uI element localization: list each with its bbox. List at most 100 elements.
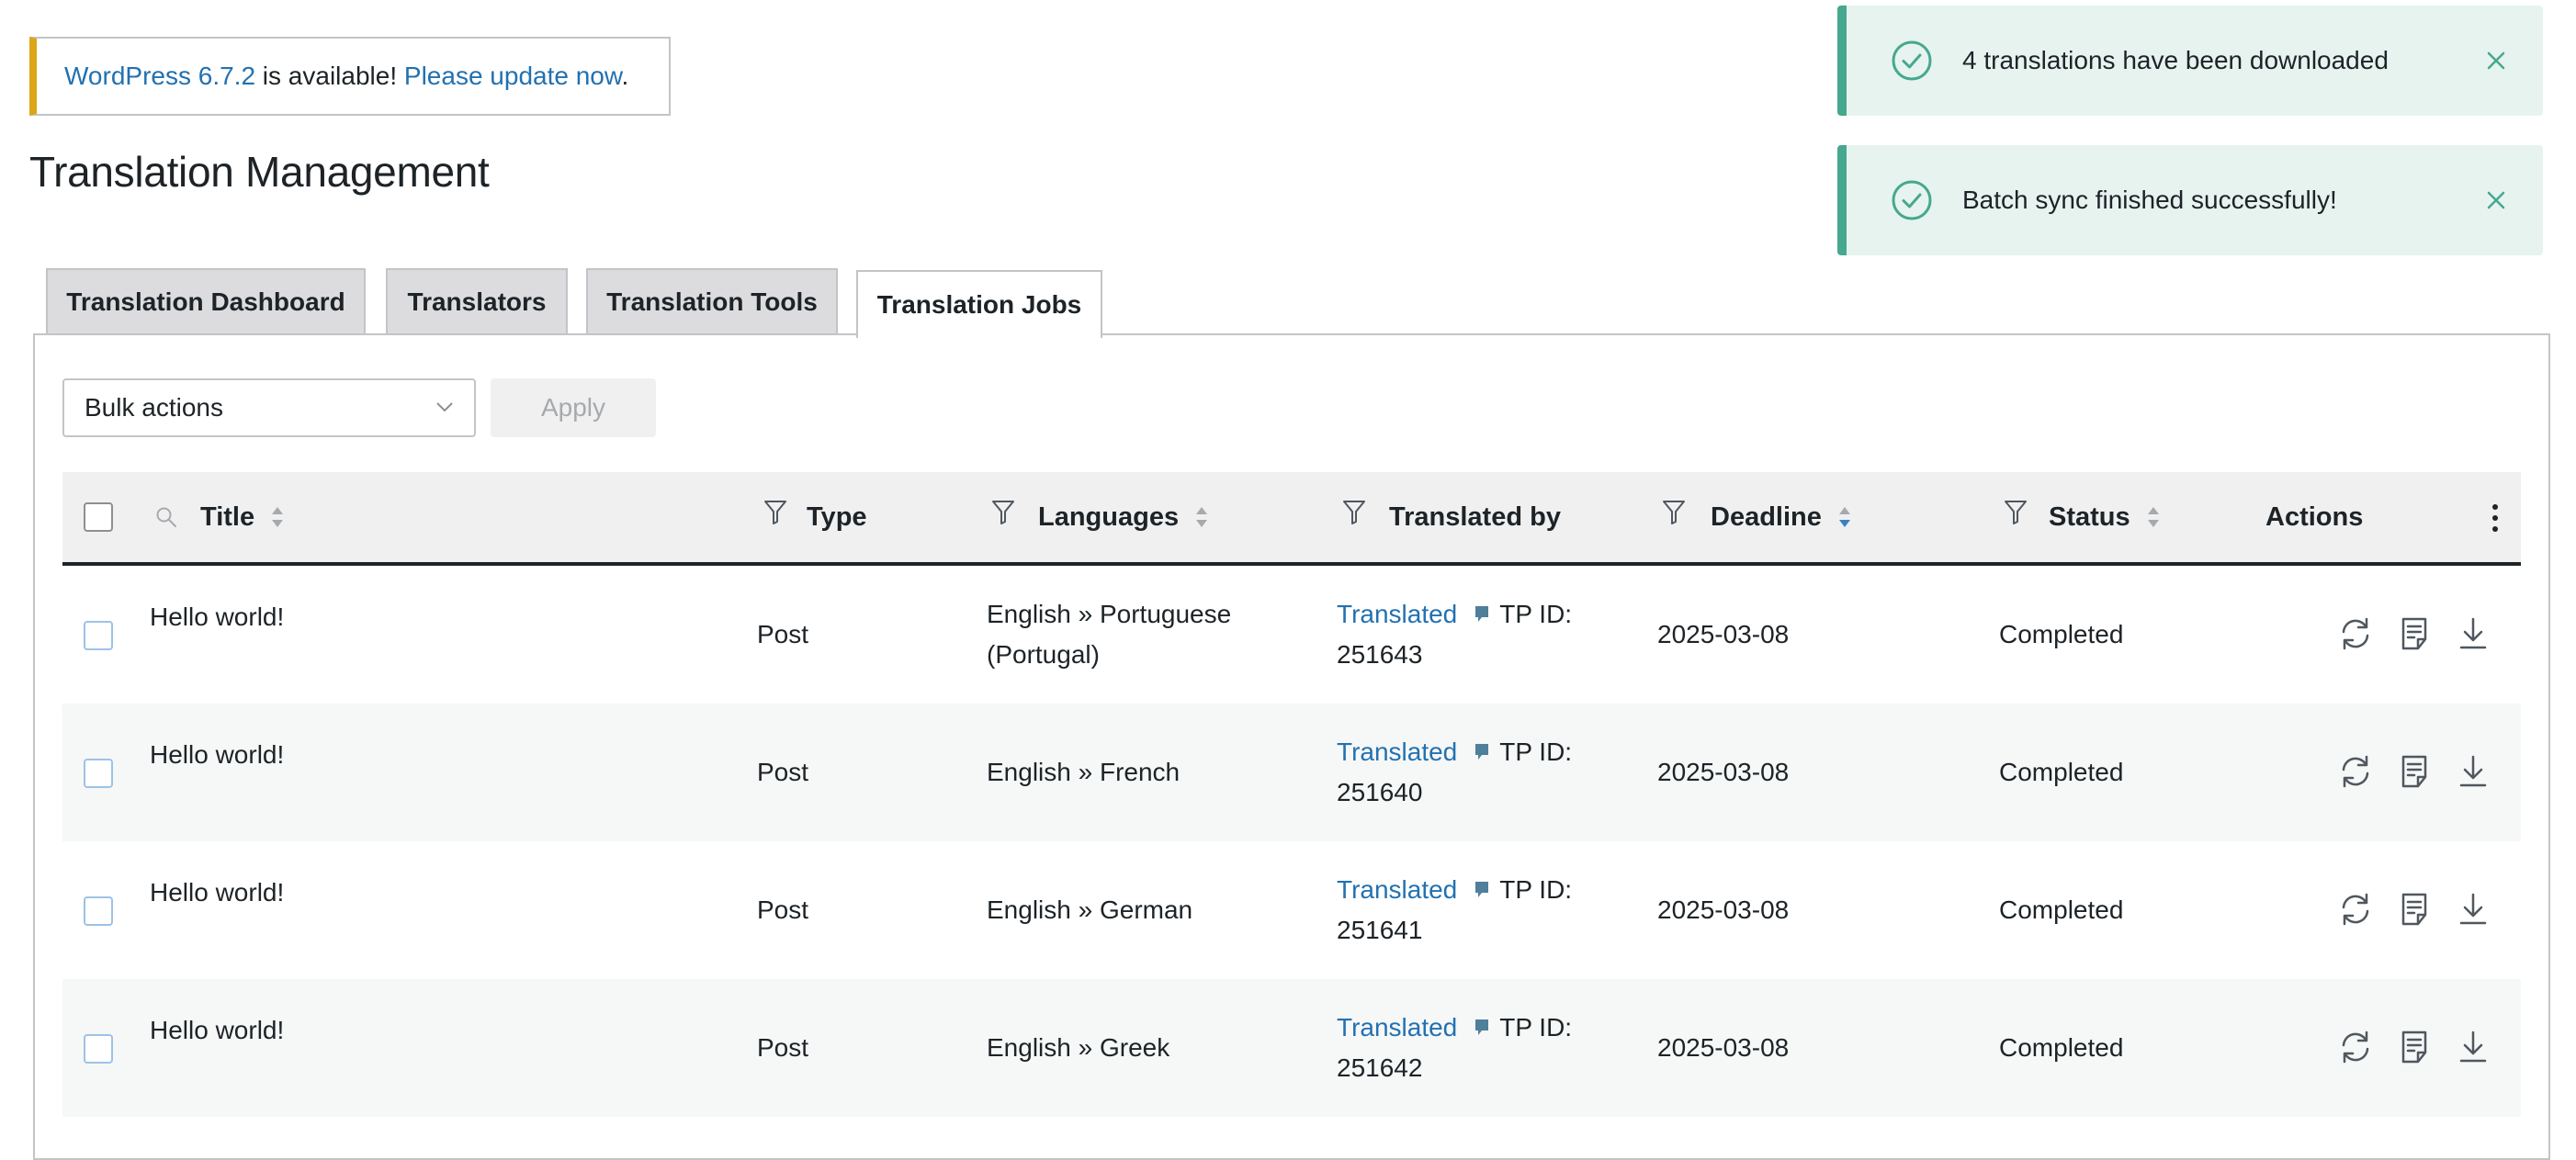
column-status-label[interactable]: Status bbox=[2049, 502, 2130, 533]
bulk-actions-value: Bulk actions bbox=[85, 393, 223, 422]
table-header: Title Type Languages Translated by Deadl… bbox=[62, 472, 2521, 566]
job-translated-by: Translated TP ID: 251641 bbox=[1337, 870, 1572, 951]
table-row: Hello world! Post English » Greek Transl… bbox=[62, 979, 2521, 1117]
apply-button[interactable]: Apply bbox=[491, 378, 656, 437]
column-translated-by: Translated by bbox=[1341, 472, 1561, 562]
download-icon[interactable] bbox=[2455, 891, 2491, 928]
sort-icon[interactable] bbox=[2145, 504, 2162, 530]
row-checkbox[interactable] bbox=[84, 1034, 113, 1064]
filter-icon[interactable] bbox=[2003, 498, 2028, 527]
table-row: Hello world! Post English » German Trans… bbox=[62, 841, 2521, 979]
row-checkbox[interactable] bbox=[84, 896, 113, 926]
document-icon[interactable] bbox=[2396, 753, 2433, 790]
search-icon[interactable] bbox=[154, 505, 178, 529]
job-translated-by: Translated TP ID: 251643 bbox=[1337, 594, 1572, 675]
tp-id-value: 251641 bbox=[1337, 916, 1423, 944]
download-icon[interactable] bbox=[2455, 1029, 2491, 1065]
tp-id-label: TP ID: bbox=[1499, 600, 1573, 628]
select-all-checkbox[interactable] bbox=[84, 502, 113, 532]
sync-icon[interactable] bbox=[2337, 615, 2374, 652]
bulk-actions-select[interactable]: Bulk actions bbox=[62, 378, 476, 437]
kebab-menu-icon[interactable] bbox=[2491, 503, 2499, 533]
sort-icon-active[interactable] bbox=[1836, 504, 1853, 530]
close-icon[interactable] bbox=[2486, 190, 2506, 210]
row-checkbox[interactable] bbox=[84, 759, 113, 788]
tab-translators[interactable]: Translators bbox=[386, 268, 568, 334]
job-languages: English » Portuguese (Portugal) bbox=[987, 594, 1231, 675]
column-deadline: Deadline bbox=[1661, 472, 1853, 562]
column-status: Status bbox=[2003, 472, 2162, 562]
filter-icon[interactable] bbox=[763, 498, 788, 527]
tab-translation-tools[interactable]: Translation Tools bbox=[586, 268, 838, 334]
job-status: Completed bbox=[1999, 620, 2124, 648]
job-type: Post bbox=[757, 895, 809, 924]
sync-icon[interactable] bbox=[2337, 1029, 2374, 1065]
download-icon[interactable] bbox=[2455, 753, 2491, 790]
filter-icon[interactable] bbox=[1661, 498, 1687, 527]
toast-batch-sync: Batch sync finished successfully! bbox=[1837, 145, 2543, 255]
check-circle-icon bbox=[1892, 180, 1932, 220]
column-translated-by-label: Translated by bbox=[1389, 501, 1561, 532]
sort-icon[interactable] bbox=[1193, 504, 1210, 530]
job-type: Post bbox=[757, 758, 809, 786]
toast-message: 4 translations have been downloaded bbox=[1962, 46, 2389, 74]
tp-id-label: TP ID: bbox=[1499, 1013, 1573, 1042]
job-translated-by: Translated TP ID: 251640 bbox=[1337, 732, 1572, 813]
languages-line: (Portugal) bbox=[987, 640, 1100, 669]
column-actions: Actions bbox=[2265, 472, 2363, 562]
translator-link[interactable]: Translated bbox=[1337, 594, 1457, 635]
sync-icon[interactable] bbox=[2337, 753, 2374, 790]
update-notice-end: . bbox=[621, 62, 629, 90]
column-type-label: Type bbox=[807, 501, 867, 532]
job-type: Post bbox=[757, 620, 809, 648]
tp-id-value: 251642 bbox=[1337, 1053, 1423, 1082]
row-checkbox[interactable] bbox=[84, 621, 113, 650]
toast-message: Batch sync finished successfully! bbox=[1962, 186, 2337, 214]
comment-icon bbox=[1475, 744, 1489, 760]
tp-id-label: TP ID: bbox=[1499, 875, 1573, 904]
column-languages-label[interactable]: Languages bbox=[1038, 502, 1179, 533]
comment-icon bbox=[1475, 1019, 1489, 1035]
column-deadline-label[interactable]: Deadline bbox=[1711, 502, 1822, 533]
tp-id-value: 251640 bbox=[1337, 778, 1423, 806]
translator-link[interactable]: Translated bbox=[1337, 732, 1457, 772]
comment-icon bbox=[1475, 882, 1489, 897]
close-icon[interactable] bbox=[2486, 51, 2506, 71]
column-title: Title bbox=[154, 472, 286, 562]
languages-line: English » Portuguese bbox=[987, 600, 1232, 628]
job-title: Hello world! bbox=[150, 603, 285, 631]
job-deadline: 2025-03-08 bbox=[1657, 895, 1790, 924]
tab-translation-jobs[interactable]: Translation Jobs bbox=[856, 270, 1102, 338]
sync-icon[interactable] bbox=[2337, 891, 2374, 928]
filter-icon[interactable] bbox=[1341, 498, 1367, 527]
tab-translation-dashboard[interactable]: Translation Dashboard bbox=[46, 268, 366, 334]
download-icon[interactable] bbox=[2455, 615, 2491, 652]
update-notice: WordPress 6.7.2 is available! Please upd… bbox=[29, 37, 671, 116]
wordpress-version-link[interactable]: WordPress 6.7.2 bbox=[64, 62, 255, 90]
sort-icon[interactable] bbox=[269, 504, 286, 530]
job-languages: English » French bbox=[987, 752, 1180, 793]
job-type: Post bbox=[757, 1033, 809, 1062]
job-deadline: 2025-03-08 bbox=[1657, 758, 1790, 786]
chevron-down-icon bbox=[436, 402, 453, 412]
please-update-link[interactable]: Please update now bbox=[404, 62, 622, 90]
job-languages: English » Greek bbox=[987, 1028, 1169, 1068]
toast-downloaded: 4 translations have been downloaded bbox=[1837, 6, 2543, 116]
languages-line: English » French bbox=[987, 758, 1181, 786]
column-title-label[interactable]: Title bbox=[200, 502, 254, 533]
comment-icon bbox=[1475, 606, 1489, 622]
job-languages: English » German bbox=[987, 890, 1192, 930]
document-icon[interactable] bbox=[2396, 615, 2433, 652]
languages-line: English » Greek bbox=[987, 1033, 1170, 1062]
translator-link[interactable]: Translated bbox=[1337, 1008, 1457, 1048]
update-notice-text: is available! bbox=[255, 62, 404, 90]
job-deadline: 2025-03-08 bbox=[1657, 620, 1790, 648]
column-type: Type bbox=[763, 472, 867, 562]
page-title: Translation Management bbox=[29, 148, 490, 196]
document-icon[interactable] bbox=[2396, 891, 2433, 928]
translator-link[interactable]: Translated bbox=[1337, 870, 1457, 910]
filter-icon[interactable] bbox=[990, 498, 1016, 527]
tp-id-value: 251643 bbox=[1337, 640, 1423, 669]
table-row: Hello world! Post English » French Trans… bbox=[62, 704, 2521, 841]
document-icon[interactable] bbox=[2396, 1029, 2433, 1065]
